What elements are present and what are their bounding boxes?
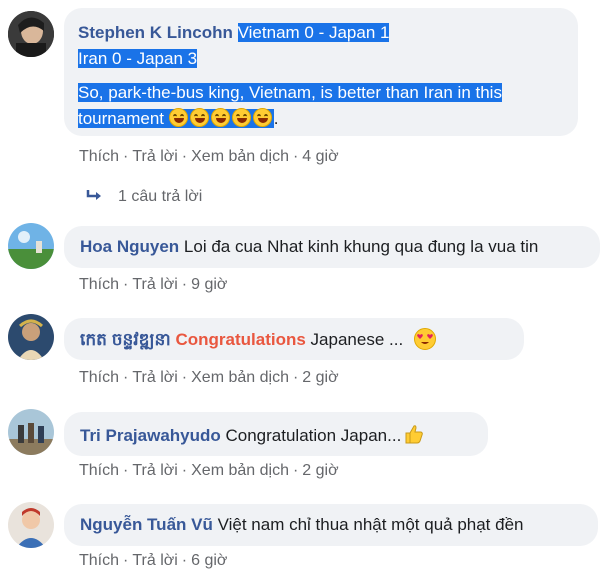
separator: ·	[123, 276, 129, 293]
translate-link[interactable]: Xem bản dịch	[191, 148, 289, 165]
comment-author[interactable]: Stephen K Lincohn	[78, 23, 233, 42]
view-replies-link[interactable]: 1 câu trả lời	[86, 188, 202, 206]
timestamp-link[interactable]: 4 giờ	[302, 148, 338, 165]
comment-author[interactable]: Nguyễn Tuấn Vũ	[80, 515, 213, 534]
avatar[interactable]	[8, 314, 54, 360]
comment-text-tail: .	[273, 109, 279, 128]
emoji-group	[164, 108, 274, 128]
comment-text: Congratulation Japan...	[225, 426, 402, 445]
separator: ·	[123, 462, 129, 479]
separator: ·	[292, 462, 299, 479]
reply-link[interactable]: Trả lời	[132, 276, 177, 293]
separator: ·	[123, 148, 129, 165]
comment-actions: Thích · Trả lời · Xem bản dịch · 2 giờ	[79, 369, 339, 387]
comment-bubble: Tri Prajawahyudo Congratulation Japan...	[64, 412, 488, 456]
like-link[interactable]: Thích	[79, 369, 119, 386]
grinning-emoji-icon	[168, 108, 188, 127]
timestamp-link[interactable]: 9 giờ	[191, 276, 227, 293]
separator: ·	[292, 148, 299, 165]
comment-actions: Thích · Trả lời · Xem bản dịch · 2 giờ	[79, 462, 339, 480]
reply-link[interactable]: Trả lời	[132, 369, 177, 386]
avatar[interactable]	[8, 409, 54, 455]
avatar[interactable]	[8, 223, 54, 269]
like-link[interactable]: Thích	[79, 462, 119, 479]
comment-text-line: Iran 0 - Japan 3	[78, 49, 198, 68]
avatar[interactable]	[8, 11, 54, 57]
grinning-emoji-icon	[252, 108, 272, 127]
thumbs-up-emoji-icon	[403, 423, 425, 451]
translate-link[interactable]: Xem bản dịch	[191, 369, 289, 386]
comment-actions: Thích · Trả lời · 9 giờ	[79, 276, 227, 294]
avatar[interactable]	[8, 502, 54, 548]
comment-text: Loi đa cua Nhat kinh khung qua đung la v…	[183, 237, 539, 256]
separator: ·	[292, 369, 299, 386]
timestamp-link[interactable]: 2 giờ	[302, 369, 338, 386]
grinning-emoji-icon	[189, 108, 209, 127]
comment-bubble: Stephen K Lincohn Vietnam 0 - Japan 1 Ir…	[64, 8, 578, 136]
translate-link[interactable]: Xem bản dịch	[191, 462, 289, 479]
replies-count: 1 câu trả lời	[118, 188, 203, 205]
comment-text-line: Vietnam 0 - Japan 1	[237, 23, 390, 42]
like-link[interactable]: Thích	[79, 276, 119, 293]
comment-bubble: Nguyễn Tuấn Vũ Việt nam chỉ thua nhật mộ…	[64, 504, 598, 546]
comment-text: Japanese ...	[310, 330, 404, 349]
reply-arrow-icon	[86, 190, 101, 200]
comment-text: Việt nam chỉ thua nhật một quả phạt đền	[217, 515, 524, 534]
grinning-emoji-icon	[231, 108, 251, 127]
reply-link[interactable]: Trả lời	[132, 148, 177, 165]
comment-actions: Thích · Trả lời · 6 giờ	[79, 552, 227, 570]
grinning-emoji-icon	[210, 108, 230, 127]
comment-actions: Thích · Trả lời · Xem bản dịch · 4 giờ	[79, 148, 339, 166]
comment-bubble: Hoa Nguyen Loi đa cua Nhat kinh khung qu…	[64, 226, 600, 268]
separator: ·	[123, 369, 129, 386]
separator: ·	[181, 276, 188, 293]
comment-bubble: កេត ចន្ទវឌ្ឍនា Congratulations Japanese …	[64, 318, 524, 360]
separator: ·	[181, 462, 188, 479]
timestamp-link[interactable]: 2 giờ	[302, 462, 338, 479]
comment-author[interactable]: Tri Prajawahyudo	[80, 426, 221, 445]
comment-author[interactable]: Hoa Nguyen	[80, 237, 179, 256]
like-link[interactable]: Thích	[79, 148, 119, 165]
separator: ·	[181, 369, 188, 386]
comment-text-line: tournament	[78, 109, 164, 128]
heart-eyes-emoji-icon	[413, 328, 436, 350]
comment-text-line: So, park-the-bus king, Vietnam, is bette…	[78, 83, 502, 102]
separator: ·	[181, 148, 188, 165]
comment-author[interactable]: កេត ចន្ទវឌ្ឍនា	[80, 330, 171, 349]
comment-highlight: Congratulations	[175, 330, 306, 349]
reply-link[interactable]: Trả lời	[132, 462, 177, 479]
